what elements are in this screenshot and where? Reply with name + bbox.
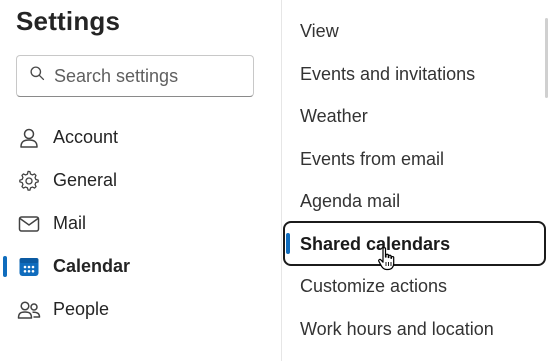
search-input[interactable]: Search settings xyxy=(16,55,254,97)
nav-item-calendar[interactable]: Calendar xyxy=(0,245,281,288)
scrollbar[interactable] xyxy=(545,18,548,98)
search-icon xyxy=(29,65,46,87)
nav-item-account[interactable]: Account xyxy=(0,116,281,159)
person-icon xyxy=(17,126,41,150)
calendar-sections-pane xyxy=(282,0,552,361)
section-item-work-hours-and-location[interactable]: Work hours and location xyxy=(300,319,494,340)
section-item-customize-actions[interactable]: Customize actions xyxy=(300,276,447,297)
search-placeholder: Search settings xyxy=(54,65,179,86)
nav-item-label: People xyxy=(53,299,110,319)
section-item-events-from-email[interactable]: Events from email xyxy=(300,149,444,170)
nav-item-label: Account xyxy=(53,127,119,147)
section-item-weather[interactable]: Weather xyxy=(300,106,368,127)
hand-cursor-icon xyxy=(377,246,397,272)
section-item-events-and-invitations[interactable]: Events and invitations xyxy=(300,64,475,85)
page-title: Settings xyxy=(16,6,121,36)
mail-icon xyxy=(17,212,41,236)
settings-window: Settings Search settings Account General xyxy=(0,0,552,361)
nav-item-label: Mail xyxy=(53,213,87,233)
gear-icon xyxy=(17,169,41,193)
nav-item-people[interactable]: People xyxy=(0,288,281,331)
nav-item-label: Calendar xyxy=(53,256,131,276)
settings-nav-pane: Settings Search settings Account General xyxy=(0,0,281,361)
active-indicator xyxy=(286,233,290,254)
nav-item-label: General xyxy=(53,170,118,190)
nav-item-general[interactable]: General xyxy=(0,159,281,202)
people-icon xyxy=(17,298,41,322)
calendar-icon xyxy=(17,255,41,279)
section-item-label: Shared calendars xyxy=(300,234,451,254)
section-item-agenda-mail[interactable]: Agenda mail xyxy=(300,191,400,212)
section-item-view[interactable]: View xyxy=(300,21,339,42)
settings-nav: Account General Mail Calendar People xyxy=(0,116,281,331)
active-indicator xyxy=(3,256,7,277)
nav-item-mail[interactable]: Mail xyxy=(0,202,281,245)
